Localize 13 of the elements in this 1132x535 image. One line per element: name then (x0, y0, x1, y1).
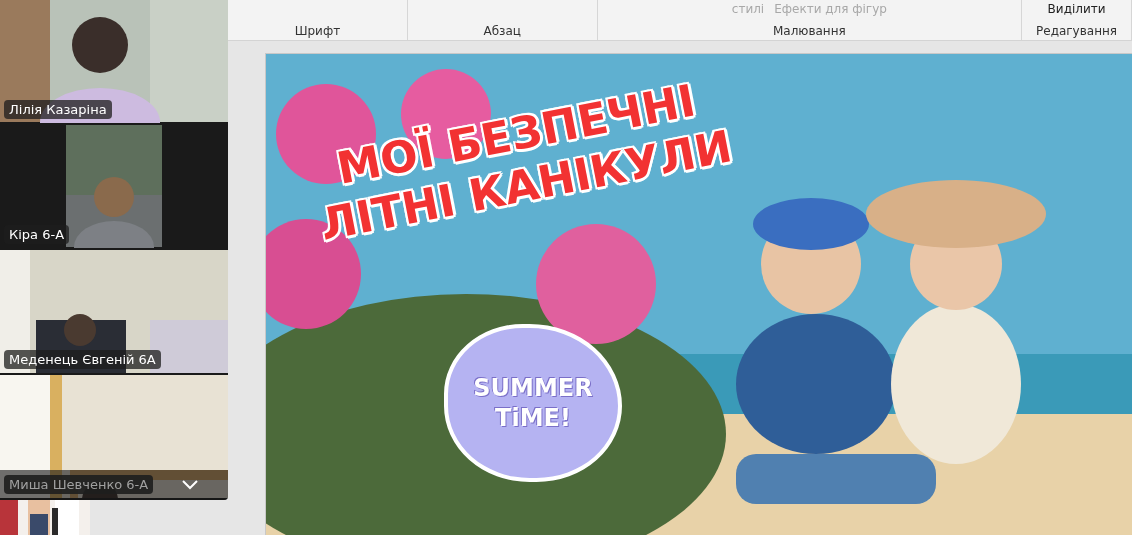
participant-name: Лілія Казаріна (4, 100, 112, 119)
sticker-text: SUMMER (473, 373, 593, 403)
chevron-down-icon[interactable] (182, 480, 198, 490)
ribbon-command[interactable]: Ефекти для фігур (774, 2, 887, 16)
ribbon-command[interactable]: Виділити (1047, 2, 1106, 16)
ribbon-command[interactable]: стилі (731, 2, 765, 16)
group-label: Малювання (772, 24, 846, 38)
group-label: Редагування (1036, 24, 1118, 38)
participant-name: Меденець Євгеній 6А (4, 350, 161, 369)
sticker-text: TiME! (495, 403, 571, 433)
participant-name: Миша Шевченко 6-А (4, 475, 154, 494)
group-label: Шрифт (294, 24, 341, 38)
group-label: Абзац (483, 24, 521, 38)
